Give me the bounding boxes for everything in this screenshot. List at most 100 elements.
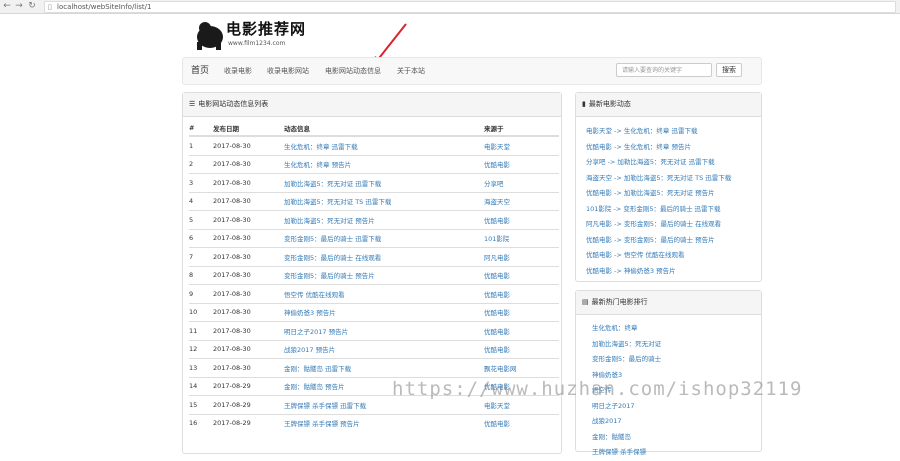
row-source-link[interactable]: 电影天堂 <box>484 135 559 155</box>
hot-movie-item[interactable]: 生化危机：终章 <box>592 321 661 337</box>
nav-site-news[interactable]: 电影网站动态信息 <box>325 58 381 84</box>
row-index: 13 <box>189 358 213 377</box>
row-info-link[interactable]: 变形金刚5：最后的骑士 迅雷下载 <box>284 228 484 248</box>
latest-news-item[interactable]: 优酷电影 -> 加勒比海盗5：死无对证 预告片 <box>586 186 731 202</box>
gorilla-logo-icon <box>197 22 223 50</box>
nav-about[interactable]: 关于本站 <box>397 58 425 84</box>
address-bar[interactable]: ▯ localhost/webSiteInfo/list/1 <box>44 1 896 13</box>
row-info-link[interactable]: 明日之子2017 预告片 <box>284 321 484 340</box>
row-date: 2017-08-30 <box>213 247 284 266</box>
row-info-link[interactable]: 生化危机：终章 预告片 <box>284 154 484 174</box>
row-info-link[interactable]: 生化危机：终章 迅雷下载 <box>284 135 484 155</box>
panel-heading: ☰ 电影网站动态信息列表 <box>183 93 561 117</box>
row-source-link[interactable]: 分享吧 <box>484 173 559 192</box>
row-date: 2017-08-30 <box>213 173 284 192</box>
forward-arrow-icon[interactable]: → <box>14 1 24 11</box>
panel-title: 最新热门电影排行 <box>591 298 648 306</box>
table-row: 13 2017-08-30 金刚：骷髅岛 迅雷下载 飘花电影网 <box>189 358 559 377</box>
row-source-link[interactable]: 优酷电影 <box>484 302 559 322</box>
row-index: 2 <box>189 154 213 174</box>
table-row: 3 2017-08-30 加勒比海盗5：死无对证 迅雷下载 分享吧 <box>189 173 559 192</box>
search-input[interactable]: 请输入要查询的关键字 <box>616 63 712 77</box>
latest-news-item[interactable]: 101影院 -> 变形金刚5：最后的骑士 迅雷下载 <box>586 202 731 218</box>
row-info-link[interactable]: 战狼2017 预告片 <box>284 339 484 359</box>
row-info-link[interactable]: 加勒比海盗5：死无对证 预告片 <box>284 210 484 229</box>
panel-heading: ▤ 最新热门电影排行 <box>576 291 761 315</box>
row-date: 2017-08-30 <box>213 321 284 340</box>
site-logo[interactable]: 电影推荐网 www.film1234.com <box>194 16 324 52</box>
panel-title: 电影网站动态信息列表 <box>198 100 269 108</box>
row-source-link[interactable]: 101影院 <box>484 228 559 248</box>
row-index: 9 <box>189 284 213 303</box>
hot-movie-item[interactable]: 王牌保镖 杀手保镖 <box>592 445 661 461</box>
hot-movie-item[interactable]: 明日之子2017 <box>592 399 661 415</box>
row-index: 12 <box>189 339 213 359</box>
reload-icon[interactable]: ↻ <box>27 1 37 11</box>
logo-title: 电影推荐网 <box>226 20 307 38</box>
bar-chart-icon: ▮ <box>582 100 586 108</box>
hot-movie-item[interactable]: 变形金刚5：最后的骑士 <box>592 352 661 368</box>
row-date: 2017-08-29 <box>213 413 284 432</box>
latest-news-item[interactable]: 优酷电影 -> 悟空传 优酷在线观看 <box>586 248 731 264</box>
row-source-link[interactable]: 优酷电影 <box>484 284 559 303</box>
latest-news-item[interactable]: 优酷电影 -> 生化危机：终章 预告片 <box>586 140 731 156</box>
row-info-link[interactable]: 神偷奶爸3 预告片 <box>284 302 484 322</box>
page-icon: ▯ <box>48 3 52 11</box>
row-index: 3 <box>189 173 213 192</box>
row-info-link[interactable]: 金刚：骷髅岛 迅雷下载 <box>284 358 484 377</box>
latest-news-item[interactable]: 优酷电影 -> 神偷奶爸3 预告片 <box>586 264 731 280</box>
row-date: 2017-08-29 <box>213 376 284 396</box>
panel-title: 最新电影动态 <box>588 100 631 108</box>
hot-movies-panel: ▤ 最新热门电影排行 生化危机：终章 加勒比海盗5：死无对证 变形金刚5：最后的骑士神… <box>575 290 762 456</box>
search-button[interactable]: 搜索 <box>716 63 742 77</box>
row-source-link[interactable]: 优酷电影 <box>484 265 559 285</box>
row-index: 1 <box>189 135 213 155</box>
row-info-link[interactable]: 王牌保镖 杀手保镖 预告片 <box>284 413 484 432</box>
row-source-link[interactable]: 海盗天空 <box>484 191 559 211</box>
row-info-link[interactable]: 悟空传 优酷在线观看 <box>284 284 484 303</box>
row-index: 8 <box>189 265 213 285</box>
row-source-link[interactable]: 飘花电影网 <box>484 358 559 377</box>
table-row: 6 2017-08-30 变形金刚5：最后的骑士 迅雷下载 101影院 <box>189 228 559 248</box>
row-info-link[interactable]: 加勒比海盗5：死无对证 TS 迅雷下载 <box>284 191 484 211</box>
latest-news-item[interactable]: 电影天堂 -> 生化危机：终章 迅雷下载 <box>586 124 731 140</box>
latest-news-item[interactable]: 阿凡电影 -> 变形金刚5：最后的骑士 在线观看 <box>586 217 731 233</box>
row-index: 7 <box>189 247 213 266</box>
table-row: 1 2017-08-30 生化危机：终章 迅雷下载 电影天堂 <box>189 135 559 155</box>
row-index: 15 <box>189 395 213 414</box>
table-row: 10 2017-08-30 神偷奶爸3 预告片 优酷电影 <box>189 302 559 322</box>
row-info-link[interactable]: 变形金刚5：最后的骑士 在线观看 <box>284 247 484 266</box>
col-source: 来源于 <box>484 125 504 133</box>
nav-home[interactable]: 首页 <box>191 58 209 84</box>
row-index: 11 <box>189 321 213 340</box>
row-date: 2017-08-30 <box>213 358 284 377</box>
address-url[interactable]: localhost/webSiteInfo/list/1 <box>57 2 151 12</box>
hot-movie-item[interactable]: 战狼2017 <box>592 414 661 430</box>
row-date: 2017-08-30 <box>213 228 284 248</box>
hot-movie-item[interactable]: 加勒比海盗5：死无对证 <box>592 337 661 353</box>
latest-news-item[interactable]: 优酷电影 -> 变形金刚5：最后的骑士 预告片 <box>586 233 731 249</box>
col-index: # <box>189 124 195 132</box>
row-source-link[interactable]: 优酷电影 <box>484 413 559 432</box>
nav-movie-sites[interactable]: 收录电影网站 <box>267 58 309 84</box>
table-row: 12 2017-08-30 战狼2017 预告片 优酷电影 <box>189 339 559 359</box>
row-info-link[interactable]: 加勒比海盗5：死无对证 迅雷下载 <box>284 173 484 192</box>
row-info-link[interactable]: 变形金刚5：最后的骑士 预告片 <box>284 265 484 285</box>
row-index: 5 <box>189 210 213 229</box>
row-source-link[interactable]: 阿凡电影 <box>484 247 559 266</box>
row-source-link[interactable]: 优酷电影 <box>484 321 559 340</box>
back-arrow-icon[interactable]: ← <box>2 1 12 11</box>
latest-news-item[interactable]: 分享吧 -> 加勒比海盗5：死无对证 迅雷下载 <box>586 155 731 171</box>
row-date: 2017-08-30 <box>213 210 284 229</box>
row-date: 2017-08-30 <box>213 302 284 322</box>
hot-movie-item[interactable]: 金刚：骷髅岛 <box>592 430 661 446</box>
col-info: 动态信息 <box>284 125 310 133</box>
row-source-link[interactable]: 优酷电影 <box>484 339 559 359</box>
nav-movies[interactable]: 收录电影 <box>224 58 252 84</box>
table-row: 16 2017-08-29 王牌保镖 杀手保镖 预告片 优酷电影 <box>189 413 559 432</box>
row-source-link[interactable]: 优酷电影 <box>484 210 559 229</box>
row-source-link[interactable]: 优酷电影 <box>484 154 559 174</box>
table-row: 8 2017-08-30 变形金刚5：最后的骑士 预告片 优酷电影 <box>189 265 559 285</box>
latest-news-item[interactable]: 海盗天空 -> 加勒比海盗5：死无对证 TS 迅雷下载 <box>586 171 731 187</box>
browser-toolbar: ← → ↻ ▯ localhost/webSiteInfo/list/1 <box>0 0 900 14</box>
